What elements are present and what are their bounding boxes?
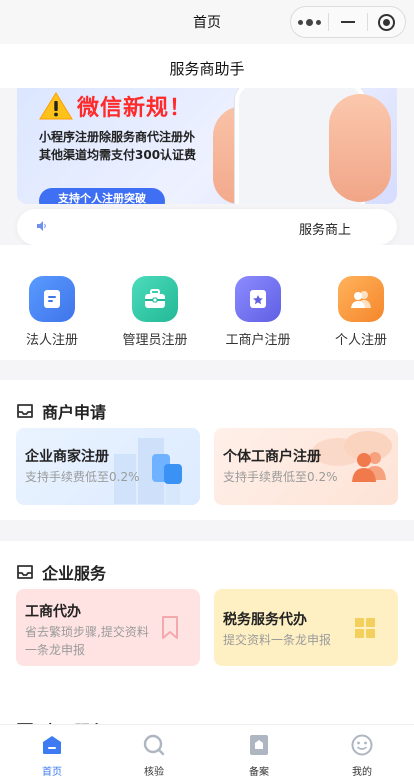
notice-text: 服务商上 [299,223,352,238]
card-title: 个体工商户注册 [223,449,321,465]
section-title: 企业服务 [42,564,107,583]
enterprise-section: 企业服务 工商代办 省去繁琐步骤,提交资料 一条龙申报 税务服务代办 提交资料一… [0,541,414,703]
hand-illustration [329,94,391,202]
tab-verify[interactable]: 核验 [114,733,194,778]
card-subtitle: 支持手续费低至0.2% [25,470,140,484]
document-icon [29,276,75,322]
miniprogram-capsule [290,6,406,38]
more-icon [298,18,322,26]
app-title: 服务商助手 [169,60,245,78]
card-title: 税务服务代办 [223,612,307,628]
app-header: 服务商助手 [0,44,414,88]
quick-nav-business-register[interactable]: 工商户注册 [208,276,308,348]
target-icon [377,13,395,31]
tab-label: 核验 [144,767,164,778]
tax-agency-card[interactable]: 税务服务代办 提交资料一条龙申报 [214,589,398,666]
tab-label: 首页 [42,767,62,778]
quick-nav-grid: 法人注册 管理员注册 工商户注册 个人注册 [0,245,414,360]
navigation-bar: 首页 [0,0,414,44]
notice-bar[interactable]: 服务商上 [17,209,397,245]
banner-text-line1: 小程序注册除服务商代注册外 [39,130,196,144]
quick-nav-label: 管理员注册 [122,333,188,348]
quick-nav-label: 法人注册 [25,333,78,348]
tab-home[interactable]: 首页 [12,733,92,778]
quick-nav-personal-register[interactable]: 个人注册 [311,276,411,348]
banner-title: 微信新规！ [77,96,193,121]
section-title: 商户申请 [42,403,107,422]
tab-label: 备案 [249,767,269,778]
bookmark-icon [162,616,178,639]
speaker-icon [37,221,46,231]
archive-icon [247,733,271,757]
briefcase-icon [132,276,178,322]
promo-banner[interactable]: 微信新规！ 小程序注册除服务商代注册外 其他渠道均需支付300认证费 支持个人注… [17,88,397,204]
people-icon [338,276,384,322]
card-subtitle-line1: 省去繁琐步骤,提交资料 [25,625,149,639]
smile-icon [350,733,374,757]
business-agency-card[interactable]: 工商代办 省去繁琐步骤,提交资料 一条龙申报 [16,589,200,666]
bottom-tab-bar: 首页 核验 备案 我的 [0,724,414,780]
warning-icon [39,92,73,120]
banner-cta-button[interactable]: 支持个人注册突破 [39,188,165,204]
more-button[interactable] [291,7,328,37]
quick-nav-label: 工商户注册 [225,333,291,348]
inbox-icon [17,565,33,579]
badge-icon [235,276,281,322]
banner-text-line2: 其他渠道均需支付300认证费 [39,148,197,162]
card-subtitle: 支持手续费低至0.2% [223,470,338,484]
card-subtitle: 提交资料一条龙申报 [223,633,332,647]
inbox-icon [17,404,33,418]
search-icon [142,733,166,757]
tab-label: 我的 [352,767,372,778]
store-icon [152,454,182,484]
quick-nav-label: 个人注册 [334,333,387,348]
people-icon [352,452,386,482]
minus-icon [340,21,355,23]
banner-headline: 微信新规！ [39,90,192,122]
close-button[interactable] [368,7,405,37]
card-subtitle-line2: 一条龙申报 [25,643,86,657]
individual-merchant-card[interactable]: 个体工商户注册 支持手续费低至0.2% [214,428,398,505]
section-header: 商户申请 [16,399,106,423]
enterprise-merchant-card[interactable]: 企业商家注册 支持手续费低至0.2% [16,428,200,505]
quick-nav-admin-register[interactable]: 管理员注册 [105,276,205,348]
merchant-section: 商户申请 企业商家注册 支持手续费低至0.2% 个体工商户注册 支持手续费低至0… [0,380,414,520]
section-header: 企业服务 [16,560,106,584]
quick-nav-legal-register[interactable]: 法人注册 [2,276,102,348]
minimize-button[interactable] [329,7,366,37]
card-title: 企业商家注册 [25,449,109,465]
tab-mine[interactable]: 我的 [322,733,402,778]
grid-icon [355,618,375,638]
home-icon [40,733,64,757]
tab-filing[interactable]: 备案 [219,733,299,778]
card-title: 工商代办 [25,604,81,620]
